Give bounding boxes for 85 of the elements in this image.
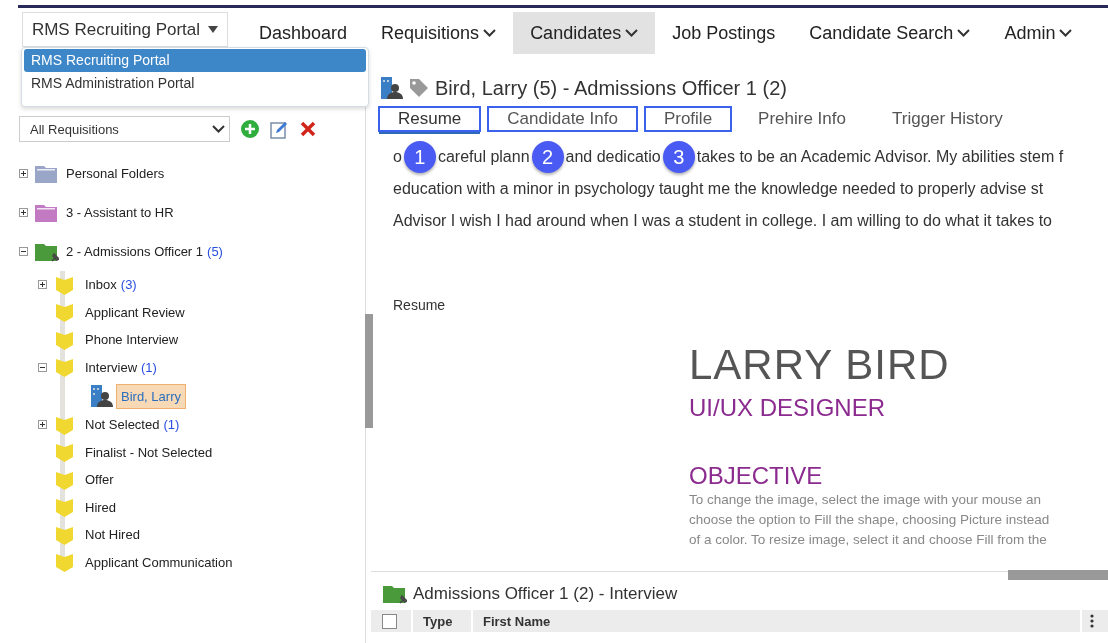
tab[interactable]: Resume [378, 106, 482, 132]
nav-menu-item[interactable]: Candidates [513, 12, 656, 54]
stage-label[interactable]: Hired [85, 499, 117, 515]
resume-text: To change the image, select the image with your mouse an [689, 491, 1042, 509]
stage-label[interactable]: Inbox [85, 277, 117, 293]
panel-title: Admissions Officer 1 (2) - Interview [413, 584, 678, 604]
letter-text: o [393, 148, 402, 166]
caret-icon [208, 26, 219, 33]
expand-toggle[interactable] [38, 420, 47, 430]
column-header[interactable]: First Name [473, 610, 1082, 632]
stage-shield-icon [56, 442, 73, 463]
nav-menu-item[interactable]: Candidate Search [792, 12, 988, 54]
item-count: (1) [163, 417, 180, 433]
step-badge: 3 [662, 141, 695, 173]
chevron-down-icon [1059, 29, 1073, 37]
chevron-down-icon [625, 29, 639, 37]
resume-text: of a color. To resize image, select it and choose Fill from the [689, 531, 1048, 549]
candidate-icon [381, 77, 403, 99]
resume-heading: OBJECTIVE [689, 462, 824, 490]
folder-label[interactable]: 3 - Assistant to HR [66, 205, 174, 220]
stage-label[interactable]: Offer [85, 472, 114, 488]
stage-shield-icon [56, 469, 73, 490]
section-label: Resume [393, 297, 447, 313]
stage-label[interactable]: Not Selected [85, 417, 160, 433]
tab[interactable]: Trigger History [872, 106, 1023, 132]
stage-shield-icon [56, 274, 73, 295]
letter-text: and dedicatio [565, 148, 661, 166]
stage-label[interactable]: Interview [85, 359, 138, 375]
stage-label[interactable]: Applicant Review [85, 304, 185, 320]
letter-text: takes to be an Academic Advisor. My abilities stem f [696, 148, 1064, 166]
tab[interactable]: Candidate Info [487, 106, 638, 132]
stage-shield-icon [56, 414, 73, 435]
menu-option[interactable]: RMS Recruiting Portal [24, 49, 366, 72]
folder-label[interactable]: Personal Folders [66, 166, 165, 181]
delete-icon[interactable] [300, 121, 316, 137]
expand-toggle[interactable] [19, 247, 28, 256]
candidate-title: Bird, Larry (5) - Admissions Officer 1 (2) [435, 76, 787, 100]
stage-shield-icon [56, 524, 73, 545]
letter-text: careful plann [437, 148, 530, 166]
nav-menu-item[interactable]: Admin [987, 12, 1090, 54]
candidate-link[interactable]: Bird, Larry [116, 383, 186, 409]
add-icon[interactable] [241, 120, 259, 138]
resume-role: UI/UX DESIGNER [689, 394, 887, 422]
portal-dropdown[interactable]: RMS Recruiting Portal [22, 12, 228, 47]
stage-label[interactable]: Not Hired [85, 527, 140, 543]
select-all-checkbox[interactable] [382, 613, 397, 629]
expand-toggle[interactable] [19, 169, 28, 178]
resume-name: LARRY BIRD [689, 341, 951, 389]
stage-shield-icon [56, 302, 73, 323]
stage-shield-icon [56, 552, 73, 573]
resize-handle[interactable] [1008, 570, 1108, 580]
stage-label[interactable]: Phone Interview [85, 332, 179, 348]
expand-toggle[interactable] [38, 280, 47, 290]
nav-menu-item[interactable]: Requisitions [364, 12, 514, 54]
tag-icon [409, 78, 429, 98]
requisition-select[interactable]: All Requisitions [19, 116, 230, 142]
resume-text: choose the option to Fill the shape, choosing Picture instead [689, 511, 1051, 529]
pinned-folder-icon [383, 584, 407, 604]
chevron-down-icon [483, 29, 497, 37]
menu-option[interactable]: RMS Administration Portal [24, 72, 366, 95]
letter-text: education with a minor in psychology taught me the knowledge needed to properly advise st [393, 179, 1045, 199]
edit-icon[interactable] [270, 119, 289, 139]
expand-toggle[interactable] [19, 208, 28, 217]
tab[interactable]: Prehire Info [738, 106, 866, 132]
splitter-handle[interactable] [365, 314, 373, 428]
chevron-down-icon [957, 29, 971, 37]
folder-label[interactable]: 2 - Admissions Officer 1 [66, 244, 204, 259]
stage-shield-icon [56, 497, 73, 518]
step-badge: 2 [531, 141, 564, 173]
step-badge: 1 [403, 141, 436, 173]
item-count: (1) [141, 359, 157, 375]
stage-shield-icon [56, 357, 73, 378]
item-count: (3) [120, 277, 137, 293]
column-header[interactable]: Type [413, 610, 473, 632]
stage-label[interactable]: Applicant Communication [85, 554, 233, 570]
tab[interactable]: Profile [643, 106, 733, 132]
more-icon[interactable] [1090, 614, 1094, 628]
expand-toggle[interactable] [38, 362, 47, 372]
candidate-icon [91, 385, 113, 407]
stage-label[interactable]: Finalist - Not Selected [85, 444, 213, 460]
stage-shield-icon [56, 329, 73, 350]
chevron-down-icon [212, 125, 225, 133]
letter-text: Advisor I wish I had around when I was a student in college. I am willing to do what it takes to [393, 211, 1053, 231]
item-count: (5) [207, 244, 223, 259]
nav-menu-item[interactable]: Job Postings [655, 12, 793, 54]
